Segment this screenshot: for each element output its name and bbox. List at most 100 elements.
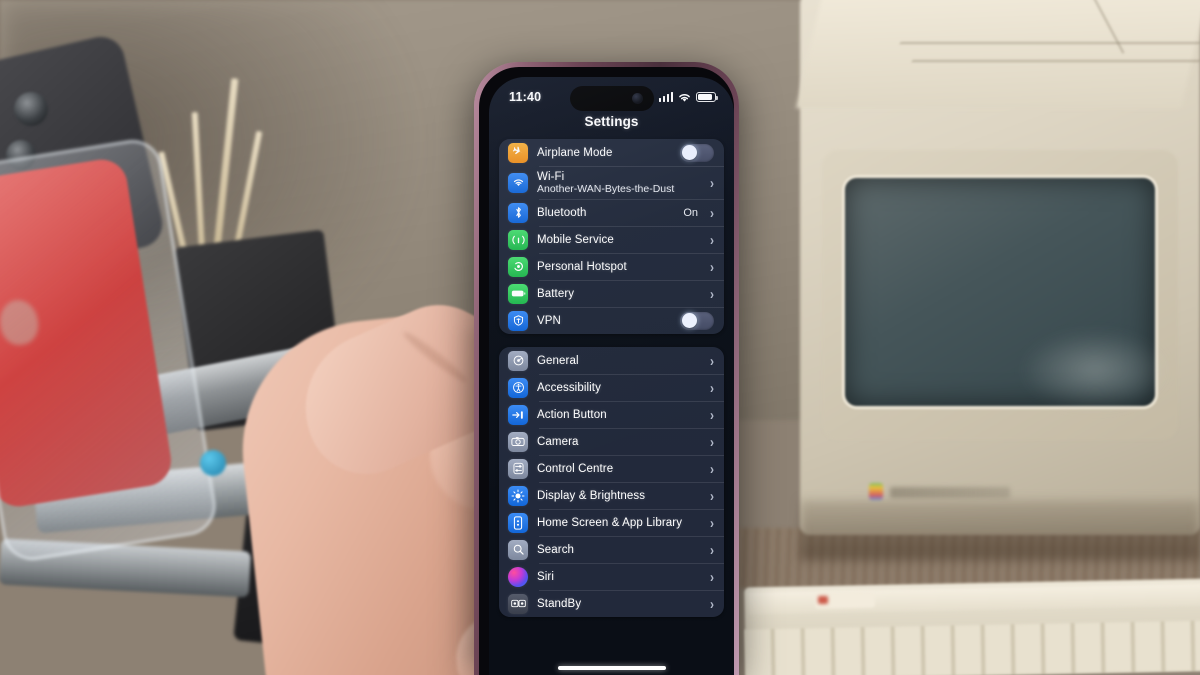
row-label: Search: [537, 543, 575, 556]
settings-row-vpn[interactable]: VPN: [499, 307, 724, 334]
macintosh-vent: [899, 42, 1200, 44]
chevron-right-icon: ›: [710, 351, 714, 370]
row-label-wrap: Accessibility: [537, 382, 701, 394]
phone-screen[interactable]: 11:40 Settings Airplane Mode Wi-Fi Anoth…: [489, 77, 734, 675]
chevron-right-icon: ›: [710, 567, 714, 586]
camera-lens: [14, 92, 48, 126]
chevron-right-icon: ›: [710, 459, 714, 478]
battery-settings-icon: [508, 283, 528, 304]
row-label: Camera: [537, 435, 579, 448]
iphone-device: 11:40 Settings Airplane Mode Wi-Fi Anoth…: [474, 62, 739, 675]
row-label: Accessibility: [537, 381, 601, 394]
row-label-wrap: Airplane Mode: [537, 147, 671, 159]
action-button-icon: [508, 404, 528, 425]
blue-accessory-dot: [200, 450, 226, 476]
settings-row-siri[interactable]: Siri ›: [499, 563, 724, 590]
home-indicator[interactable]: [557, 666, 666, 670]
row-label-wrap: Personal Hotspot: [537, 261, 701, 273]
settings-row-general[interactable]: General ›: [499, 347, 724, 374]
settings-list: Airplane Mode Wi-Fi Another-WAN-Bytes-th…: [489, 129, 734, 617]
row-label-wrap: Battery: [537, 288, 701, 300]
row-label: Personal Hotspot: [537, 260, 627, 273]
chevron-right-icon: ›: [710, 405, 714, 424]
row-label: Siri: [537, 570, 555, 583]
chevron-right-icon: ›: [710, 540, 714, 559]
bottom-fade: [489, 649, 734, 675]
row-label: Mobile Service: [537, 233, 614, 246]
row-label: Bluetooth: [537, 206, 587, 219]
row-label: Control Centre: [537, 462, 614, 475]
settings-row-battery[interactable]: Battery ›: [499, 280, 724, 307]
apple-rainbow-logo: [869, 483, 883, 500]
control-centre-icon: [508, 458, 528, 479]
display-brightness-icon: [508, 485, 528, 506]
settings-row-standby[interactable]: StandBy ›: [499, 590, 724, 617]
row-label-wrap: Search: [537, 544, 701, 556]
row-label: Display & Brightness: [537, 489, 646, 502]
bluetooth-icon: [508, 202, 528, 223]
row-label: General: [537, 354, 579, 367]
settings-row-bluetooth[interactable]: Bluetooth On ›: [499, 199, 724, 226]
wifi-network-name: Another-WAN-Bytes-the-Dust: [537, 182, 675, 195]
keyboard-power-indicator: [818, 596, 828, 604]
row-label-wrap: Home Screen & App Library: [537, 517, 701, 529]
macintosh-vent: [911, 60, 1200, 62]
keyboard-keys: [744, 620, 1200, 675]
general-gear-icon: [508, 350, 528, 371]
search-icon: [508, 539, 528, 560]
settings-row-airplane-mode[interactable]: Airplane Mode: [499, 139, 724, 166]
row-label: Action Button: [537, 408, 607, 421]
wifi-icon: [508, 172, 528, 193]
settings-row-wifi[interactable]: Wi-Fi Another-WAN-Bytes-the-Dust ›: [499, 166, 724, 199]
row-label-wrap: Control Centre: [537, 463, 701, 475]
airplane-mode-toggle[interactable]: [680, 143, 714, 162]
chevron-right-icon: ›: [710, 257, 714, 276]
row-label-wrap: Action Button: [537, 409, 701, 421]
accessibility-icon: [508, 377, 528, 398]
chevron-right-icon: ›: [710, 486, 714, 505]
chevron-right-icon: ›: [710, 594, 714, 613]
chevron-right-icon: ›: [710, 203, 714, 222]
settings-group-connectivity: Airplane Mode Wi-Fi Another-WAN-Bytes-th…: [499, 139, 724, 334]
row-label-wrap: Wi-Fi Another-WAN-Bytes-the-Dust: [537, 171, 701, 195]
row-label-wrap: Siri: [537, 571, 701, 583]
macintosh-screen-glare: [1020, 330, 1170, 410]
status-bar-indicators: [658, 92, 718, 103]
settings-row-display-brightness[interactable]: Display & Brightness ›: [499, 482, 724, 509]
row-label-wrap: VPN: [537, 315, 671, 327]
row-label: Home Screen & App Library: [537, 516, 683, 529]
chevron-right-icon: ›: [710, 284, 714, 303]
camera-icon: [508, 431, 528, 452]
standby-icon: [508, 593, 528, 614]
siri-icon: [508, 566, 528, 587]
settings-row-search[interactable]: Search ›: [499, 536, 724, 563]
front-camera: [631, 93, 643, 104]
chevron-right-icon: ›: [710, 173, 714, 192]
row-label: StandBy: [537, 597, 582, 610]
row-label: Airplane Mode: [537, 146, 613, 159]
dynamic-island: [569, 86, 654, 111]
signal-bars-icon: [658, 92, 673, 102]
airplane-icon: [508, 142, 528, 163]
personal-hotspot-icon: [508, 256, 528, 277]
settings-row-action-button[interactable]: Action Button ›: [499, 401, 724, 428]
settings-row-control-centre[interactable]: Control Centre ›: [499, 455, 724, 482]
settings-row-camera[interactable]: Camera ›: [499, 428, 724, 455]
phone-bezel: 11:40 Settings Airplane Mode Wi-Fi Anoth…: [479, 67, 734, 675]
vpn-icon: [508, 310, 528, 331]
row-label: Wi-Fi: [537, 170, 565, 183]
row-label-wrap: Display & Brightness: [537, 490, 701, 502]
macintosh-top-bevel: [796, 0, 1200, 108]
chevron-right-icon: ›: [710, 513, 714, 532]
mobile-service-icon: [508, 229, 528, 250]
row-label-wrap: StandBy: [537, 598, 701, 610]
settings-row-accessibility[interactable]: Accessibility ›: [499, 374, 724, 401]
chevron-right-icon: ›: [710, 432, 714, 451]
row-label-wrap: General: [537, 355, 701, 367]
settings-row-home-screen[interactable]: Home Screen & App Library ›: [499, 509, 724, 536]
vpn-toggle[interactable]: [680, 311, 714, 330]
settings-row-mobile-service[interactable]: Mobile Service ›: [499, 226, 724, 253]
row-label-wrap: Camera: [537, 436, 701, 448]
settings-row-personal-hotspot[interactable]: Personal Hotspot ›: [499, 253, 724, 280]
settings-group-system: General › Accessibility › Action Button …: [499, 347, 724, 617]
